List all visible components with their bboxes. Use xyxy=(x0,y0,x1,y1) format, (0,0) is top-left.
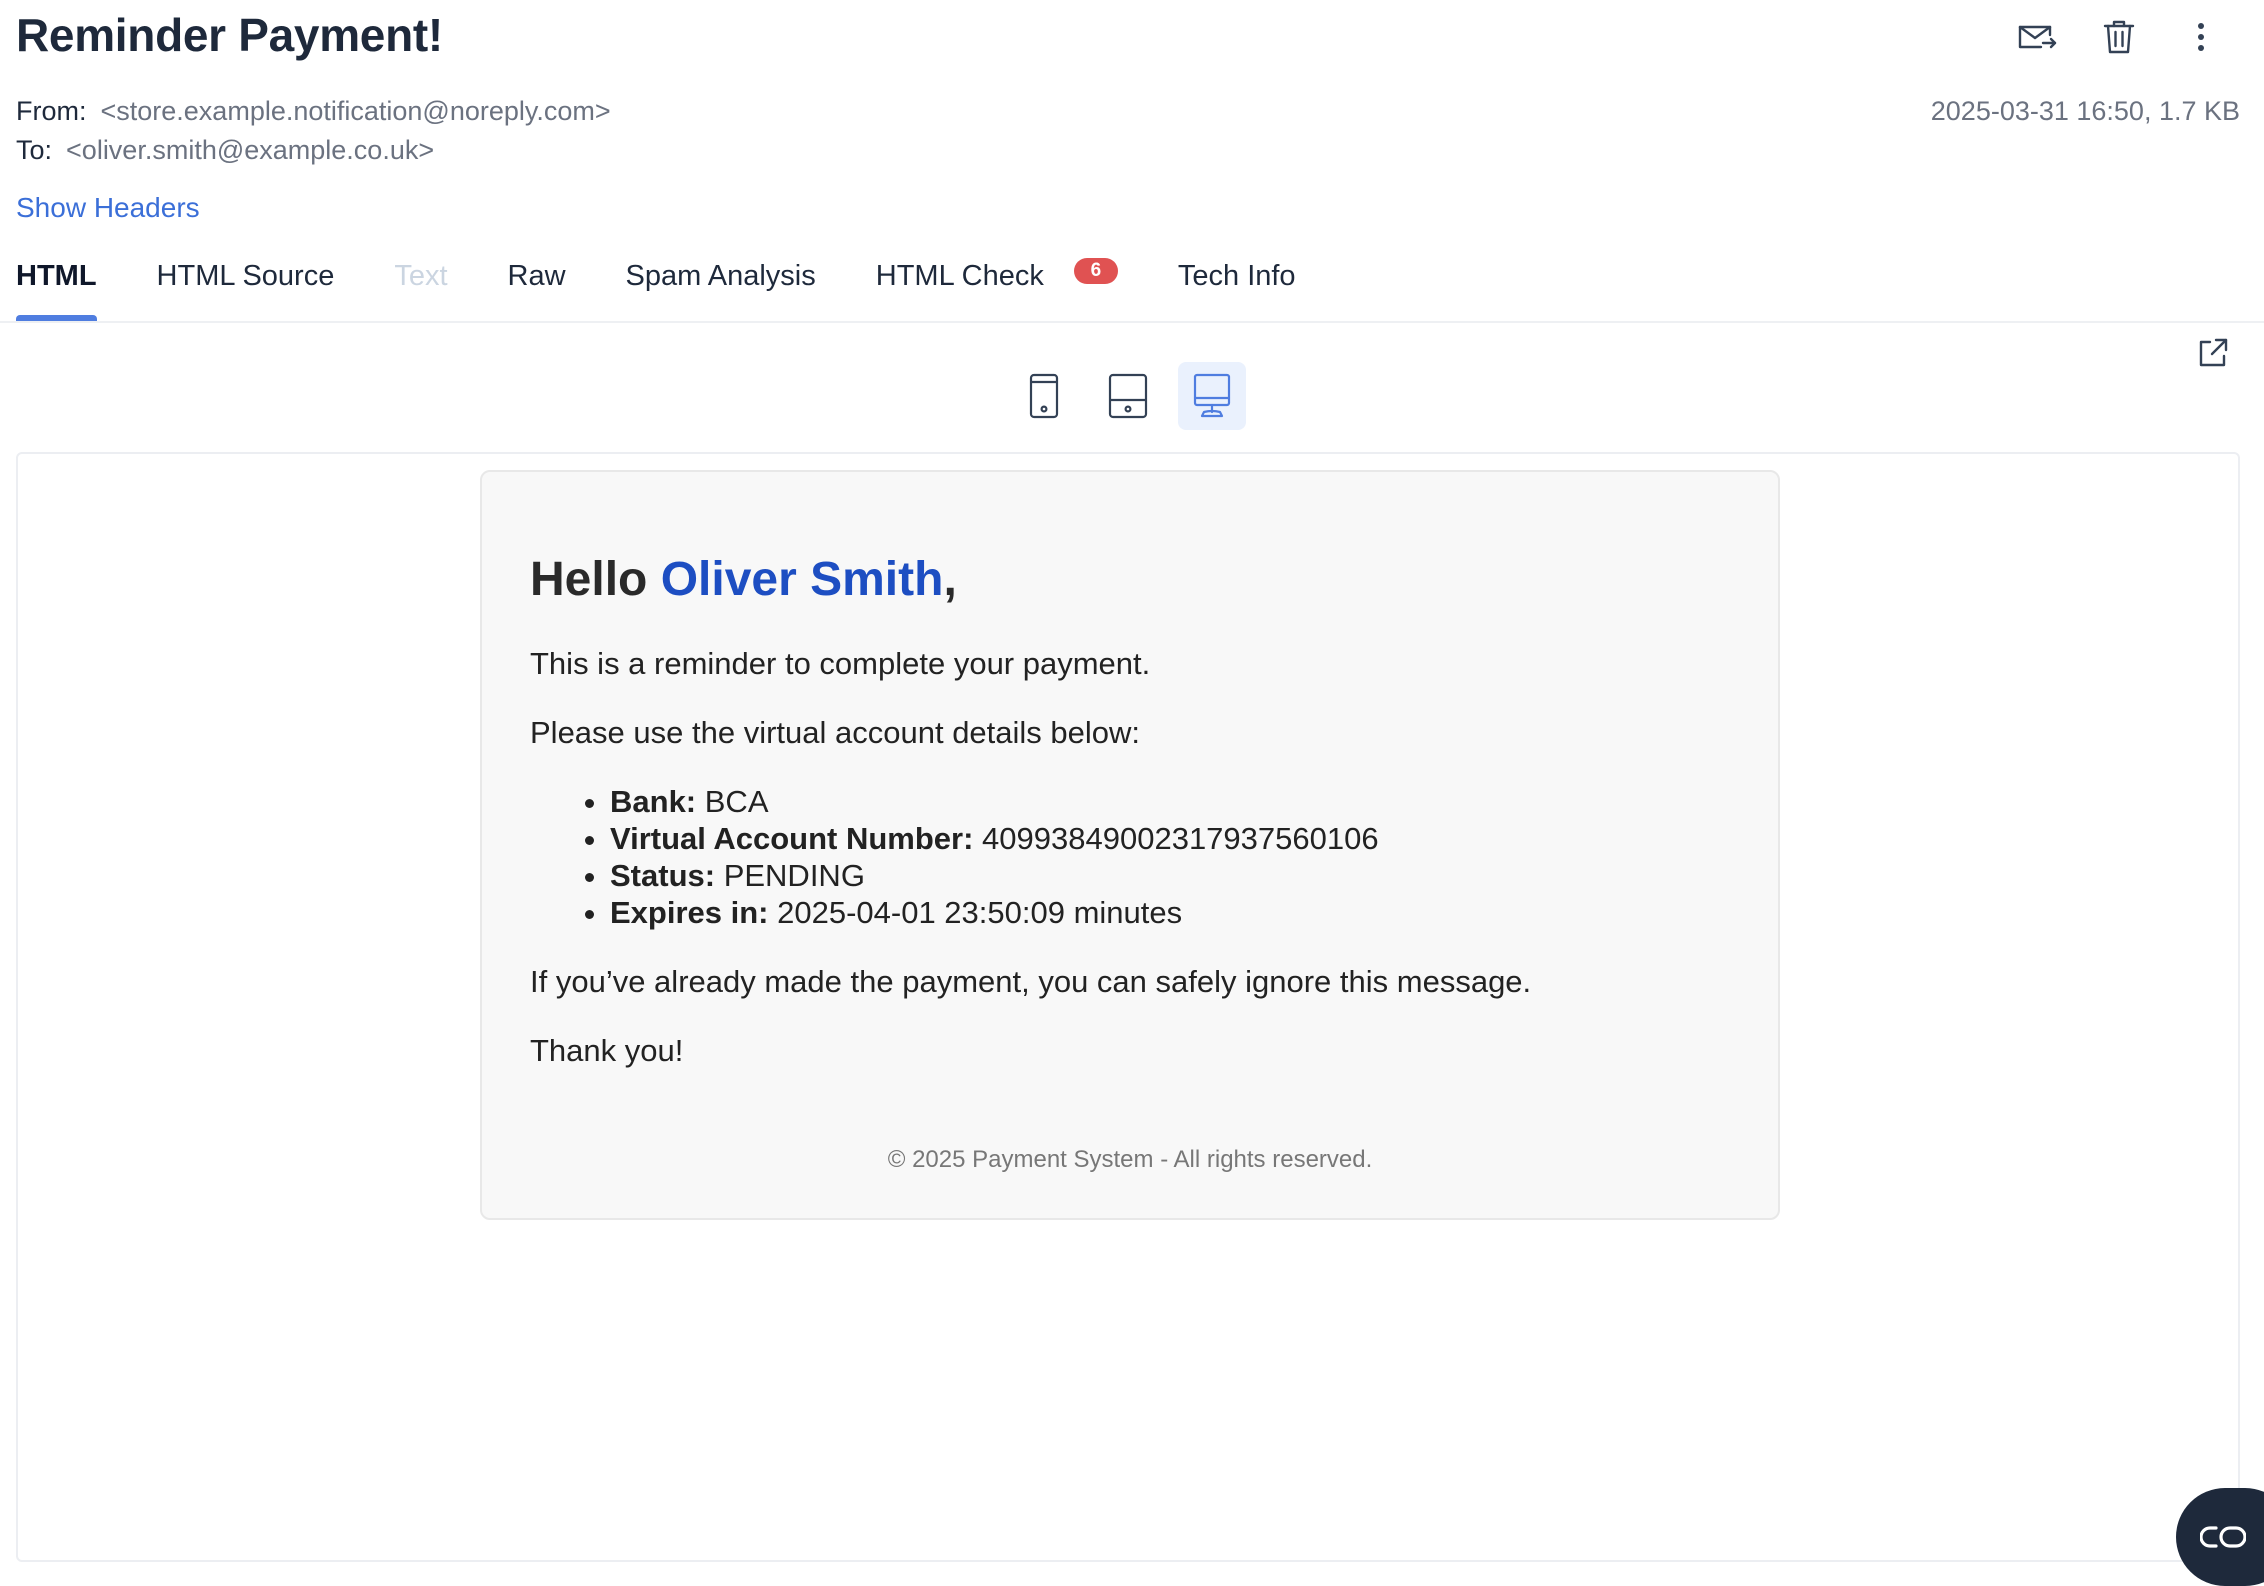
greeting-suffix: , xyxy=(943,553,957,606)
to-row: To: <oliver.smith@example.co.uk> xyxy=(16,135,434,166)
mobile-device-icon xyxy=(1029,373,1059,419)
desktop-view-button[interactable] xyxy=(1178,362,1246,430)
tablet-view-button[interactable] xyxy=(1094,362,1162,430)
account-details-list: Bank: BCA Virtual Account Number: 409938… xyxy=(610,783,1730,931)
ignore-note-text: If you’ve already made the payment, you … xyxy=(530,964,1532,999)
message-actions xyxy=(2014,14,2224,60)
detail-value: 2025-04-01 23:50:09 minutes xyxy=(768,895,1183,930)
more-vertical-icon xyxy=(2198,23,2204,51)
detail-va-number: Virtual Account Number: 4099384900231793… xyxy=(610,820,1730,857)
instructions-text: Please use the virtual account details b… xyxy=(530,715,1141,750)
device-preview-switcher xyxy=(1010,362,1246,430)
detail-label: Expires in: xyxy=(610,895,769,930)
detail-label: Virtual Account Number: xyxy=(610,821,974,856)
open-in-new-window-button[interactable] xyxy=(2196,336,2230,370)
tab-html[interactable]: HTML xyxy=(16,256,97,322)
detail-value: BCA xyxy=(696,784,769,819)
detail-label: Bank: xyxy=(610,784,697,819)
date-and-size: 2025-03-31 16:50, 1.7 KB xyxy=(1930,96,2240,126)
external-link-icon xyxy=(2199,338,2228,367)
chat-icon xyxy=(2200,1526,2246,1548)
view-tabs: HTML HTML Source Text Raw Spam Analysis … xyxy=(16,256,1356,322)
greeting-prefix: Hello xyxy=(530,553,661,606)
detail-value: PENDING xyxy=(715,858,865,893)
forward-button[interactable] xyxy=(2014,14,2060,60)
detail-status: Status: PENDING xyxy=(610,857,1730,894)
forward-mail-icon xyxy=(2018,25,2057,49)
tab-text: Text xyxy=(394,260,448,292)
tab-tech-info[interactable]: Tech Info xyxy=(1178,256,1296,322)
tab-html-check[interactable]: HTML Check 6 xyxy=(875,256,1118,322)
to-address: <oliver.smith@example.co.uk> xyxy=(66,135,435,165)
tab-spam-analysis[interactable]: Spam Analysis xyxy=(626,256,816,322)
detail-bank: Bank: BCA xyxy=(610,783,1730,820)
show-headers-link[interactable]: Show Headers xyxy=(16,192,200,224)
chat-button[interactable] xyxy=(2176,1488,2264,1586)
more-options-button[interactable] xyxy=(2178,14,2224,60)
reminder-text: This is a reminder to complete your paym… xyxy=(530,646,1151,681)
tablet-device-icon xyxy=(1108,373,1148,419)
thank-you-text: Thank you! xyxy=(530,1033,684,1068)
greeting-heading: Hello Oliver Smith, xyxy=(530,552,1730,607)
to-label: To: xyxy=(16,135,53,165)
tab-html-check-label: HTML Check xyxy=(875,260,1044,292)
email-preview-frame: Hello Oliver Smith, This is a reminder t… xyxy=(16,452,2240,1562)
from-label: From: xyxy=(16,96,87,126)
tab-html-source[interactable]: HTML Source xyxy=(157,256,335,322)
trash-icon xyxy=(2103,20,2135,54)
tabs-divider xyxy=(0,321,2264,323)
from-row: From: <store.example.notification@noreply… xyxy=(16,96,611,127)
desktop-device-icon xyxy=(1193,373,1231,418)
detail-expires: Expires in: 2025-04-01 23:50:09 minutes xyxy=(610,894,1730,931)
email-footer: © 2025 Payment System - All rights reser… xyxy=(887,1146,1373,1173)
detail-label: Status: xyxy=(610,858,716,893)
recipient-name: Oliver Smith xyxy=(660,553,944,606)
email-subject: Reminder Payment! xyxy=(16,9,443,61)
html-check-count-badge: 6 xyxy=(1073,258,1118,284)
detail-value: 40993849002317937560106 xyxy=(973,821,1379,856)
from-address: <store.example.notification@noreply.com> xyxy=(100,96,611,126)
delete-button[interactable] xyxy=(2096,14,2142,60)
tab-raw[interactable]: Raw xyxy=(508,256,566,322)
mobile-view-button[interactable] xyxy=(1010,362,1078,430)
email-body-card: Hello Oliver Smith, This is a reminder t… xyxy=(480,470,1780,1220)
